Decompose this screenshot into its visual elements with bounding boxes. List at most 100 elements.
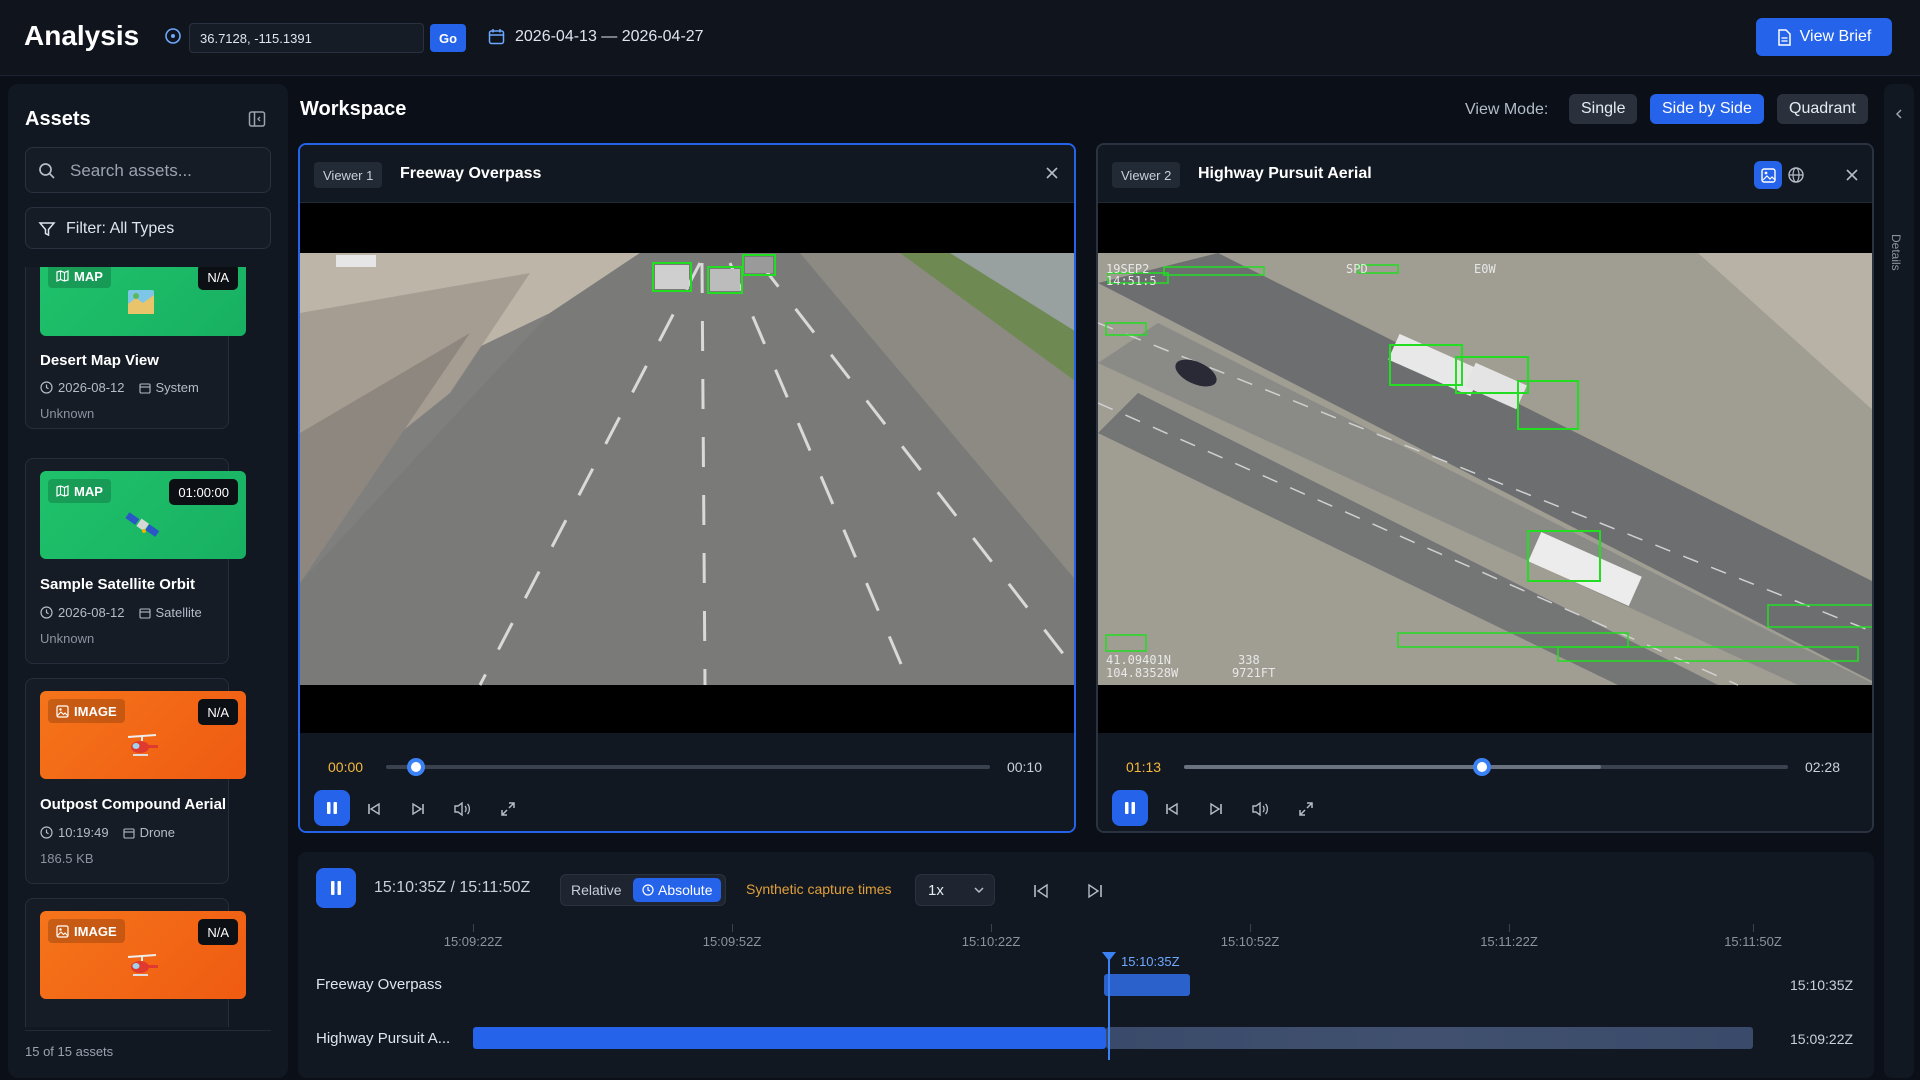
duration: 00:10 <box>1006 759 1042 775</box>
image-mode-button[interactable] <box>1754 161 1782 189</box>
skip-forward-icon <box>412 802 424 816</box>
assets-title: Assets <box>25 108 91 130</box>
skip-forward-icon[interactable] <box>1086 882 1104 900</box>
search-input[interactable] <box>70 158 260 184</box>
viewer-badge: Viewer 2 <box>1112 162 1181 188</box>
top-bar: Analysis Go 2026-04-13 — 2026-04-27 View… <box>0 0 1920 76</box>
volume-button[interactable] <box>1248 797 1272 821</box>
tick-label: 15:11:50Z <box>1724 934 1782 949</box>
track-bar-remaining[interactable] <box>1106 1027 1753 1049</box>
map-thumbnail-icon <box>128 290 154 314</box>
skip-back-button[interactable] <box>1160 797 1184 821</box>
fullscreen-button[interactable] <box>496 797 520 821</box>
view-brief-button[interactable]: View Brief <box>1756 18 1892 56</box>
track-bar-played[interactable] <box>473 1027 1106 1049</box>
type-filter[interactable]: Filter: All Types <box>25 207 271 249</box>
go-button[interactable]: Go <box>430 24 466 52</box>
tick-label: 15:09:22Z <box>443 934 503 949</box>
details-panel-collapsed[interactable]: Details <box>1884 84 1914 1078</box>
skip-forward-button[interactable] <box>406 797 430 821</box>
view-mode-label: View Mode: <box>1465 101 1549 118</box>
globe-icon[interactable] <box>1787 166 1805 184</box>
pause-icon <box>331 881 341 895</box>
asset-search[interactable] <box>25 147 271 193</box>
svg-text:SPD: SPD <box>1346 262 1368 276</box>
seek-knob[interactable] <box>407 758 426 776</box>
pause-button[interactable] <box>1112 790 1148 826</box>
pause-icon <box>1125 802 1135 814</box>
filter-icon <box>38 222 56 237</box>
viewer-controls: 00:00 00:10 <box>300 733 1074 831</box>
fullscreen-icon <box>501 802 515 816</box>
skip-forward-button[interactable] <box>1204 797 1228 821</box>
volume-button[interactable] <box>450 797 474 821</box>
view-mode-quadrant[interactable]: Quadrant <box>1777 94 1868 124</box>
asset-card[interactable]: IMAGE N/A Outpost Compound Aerial 10:19:… <box>25 678 246 884</box>
volume-icon <box>1252 801 1269 817</box>
asset-list[interactable]: MAP N/A Desert Map View 2026-08-12 Syste… <box>8 267 288 1027</box>
asset-sub: Unknown <box>40 631 95 646</box>
viewer-2[interactable]: Viewer 2 Highway Pursuit Aerial 19SEP2 1… <box>1096 143 1874 833</box>
duration: 02:28 <box>1804 759 1840 775</box>
asset-title: Outpost Compound Aerial <box>40 796 227 813</box>
asset-thumbnail: IMAGE N/A <box>40 691 246 779</box>
current-time: 01:13 <box>1126 759 1162 775</box>
track-end-time: 15:10:35Z <box>1790 977 1854 993</box>
close-icon[interactable] <box>1044 165 1060 181</box>
viewer-header: Viewer 1 Freeway Overpass <box>300 145 1074 203</box>
tick-label: 15:10:22Z <box>961 934 1021 949</box>
skip-back-icon <box>368 802 380 816</box>
asset-thumbnail: IMAGE N/A <box>40 911 246 999</box>
skip-back-icon[interactable] <box>1032 882 1050 900</box>
time-tick <box>1753 924 1754 932</box>
coordinates-input[interactable] <box>189 23 424 53</box>
relative-option[interactable]: Relative <box>571 882 622 898</box>
playhead-time: 15:10:35Z <box>1121 954 1180 969</box>
asset-duration-badge: 01:00:00 <box>169 479 238 505</box>
calendar-small-icon <box>138 607 151 619</box>
seek-bar[interactable] <box>386 758 990 776</box>
svg-text:9721FT: 9721FT <box>1232 666 1275 680</box>
skip-back-button[interactable] <box>362 797 386 821</box>
speed-select[interactable]: 1x <box>915 874 995 906</box>
tick-label: 15:09:52Z <box>702 934 762 949</box>
date-range[interactable]: 2026-04-13 — 2026-04-27 <box>515 28 704 46</box>
helicopter-icon <box>127 734 158 756</box>
view-mode-side-by-side[interactable]: Side by Side <box>1650 94 1764 124</box>
asset-meta: 2026-08-12 Satellite <box>40 605 202 620</box>
viewer-controls: 01:13 02:28 <box>1098 733 1872 831</box>
time-tick <box>991 924 992 932</box>
chevron-down-icon <box>974 887 984 894</box>
asset-duration-badge: N/A <box>198 267 238 290</box>
absolute-option[interactable]: Absolute <box>633 878 722 902</box>
fullscreen-button[interactable] <box>1294 797 1318 821</box>
close-icon[interactable] <box>1844 167 1860 183</box>
viewer-1[interactable]: Viewer 1 Freeway Overpass 00:00 00:10 <box>298 143 1076 833</box>
map-icon <box>56 270 69 282</box>
seek-knob[interactable] <box>1473 758 1492 776</box>
pause-button[interactable] <box>314 790 350 826</box>
timeline-pause-button[interactable] <box>316 868 356 908</box>
asset-meta: 10:19:49 Drone <box>40 825 175 840</box>
asset-card[interactable]: IMAGE N/A <box>25 898 246 1027</box>
seek-bar[interactable] <box>1184 758 1788 776</box>
asset-card[interactable]: MAP N/A Desert Map View 2026-08-12 Syste… <box>25 267 246 429</box>
video-frame[interactable]: 19SEP2 14:51:5 SPD E0W 41.09401N 104.835… <box>1098 203 1872 733</box>
collapse-sidebar-icon[interactable] <box>248 110 266 128</box>
asset-count: 15 of 15 assets <box>25 1044 114 1059</box>
calendar-icon[interactable] <box>488 28 505 45</box>
video-frame[interactable] <box>300 203 1074 733</box>
app-title: Analysis <box>24 20 140 51</box>
calendar-small-icon <box>138 382 151 394</box>
chevron-left-icon[interactable] <box>1893 108 1905 120</box>
view-mode-single[interactable]: Single <box>1569 94 1638 124</box>
asset-thumbnail: MAP 01:00:00 <box>40 471 246 559</box>
svg-text:338: 338 <box>1238 653 1260 667</box>
time-tick <box>1250 924 1251 932</box>
track-bar[interactable] <box>1104 974 1190 996</box>
clock-icon <box>40 381 53 394</box>
asset-card[interactable]: MAP 01:00:00 Sample Satellite Orbit 2026… <box>25 458 246 664</box>
playhead[interactable] <box>1108 956 1110 1060</box>
asset-meta: 2026-08-12 System <box>40 380 199 395</box>
skip-back-icon <box>1166 802 1178 816</box>
